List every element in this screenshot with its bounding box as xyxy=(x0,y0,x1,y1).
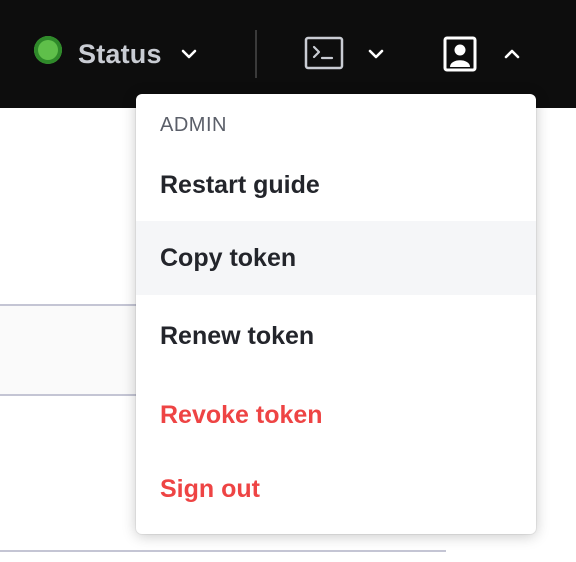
menu-item-renew-token[interactable]: Renew token xyxy=(136,299,536,373)
terminal-icon xyxy=(304,36,344,74)
menu-item-copy-token[interactable]: Copy token xyxy=(136,221,536,295)
status-dot-icon xyxy=(34,36,62,64)
terminal-button[interactable] xyxy=(304,36,344,70)
background-divider xyxy=(0,394,150,396)
user-dropdown-menu: ADMIN Restart guide Copy token Renew tok… xyxy=(136,94,536,534)
menu-section-header: ADMIN xyxy=(160,114,227,136)
terminal-dropdown-toggle[interactable] xyxy=(364,42,388,66)
background-divider xyxy=(0,550,446,552)
chevron-down-icon xyxy=(178,43,200,65)
status-dropdown[interactable]: Status xyxy=(34,36,200,72)
menu-item-sign-out[interactable]: Sign out xyxy=(136,452,536,526)
user-menu-toggle[interactable] xyxy=(500,42,524,66)
chevron-up-icon xyxy=(500,49,524,70)
status-label: Status xyxy=(78,38,162,69)
background-divider xyxy=(0,304,150,306)
background-panel xyxy=(0,305,150,394)
user-portrait-icon xyxy=(443,36,477,76)
menu-item-revoke-token[interactable]: Revoke token xyxy=(136,378,536,452)
toolbar-divider xyxy=(255,30,257,78)
menu-item-restart-guide[interactable]: Restart guide xyxy=(136,148,536,222)
top-navigation-bar: Status xyxy=(0,0,576,108)
chevron-down-icon xyxy=(364,49,388,70)
user-menu-button[interactable] xyxy=(443,36,477,72)
